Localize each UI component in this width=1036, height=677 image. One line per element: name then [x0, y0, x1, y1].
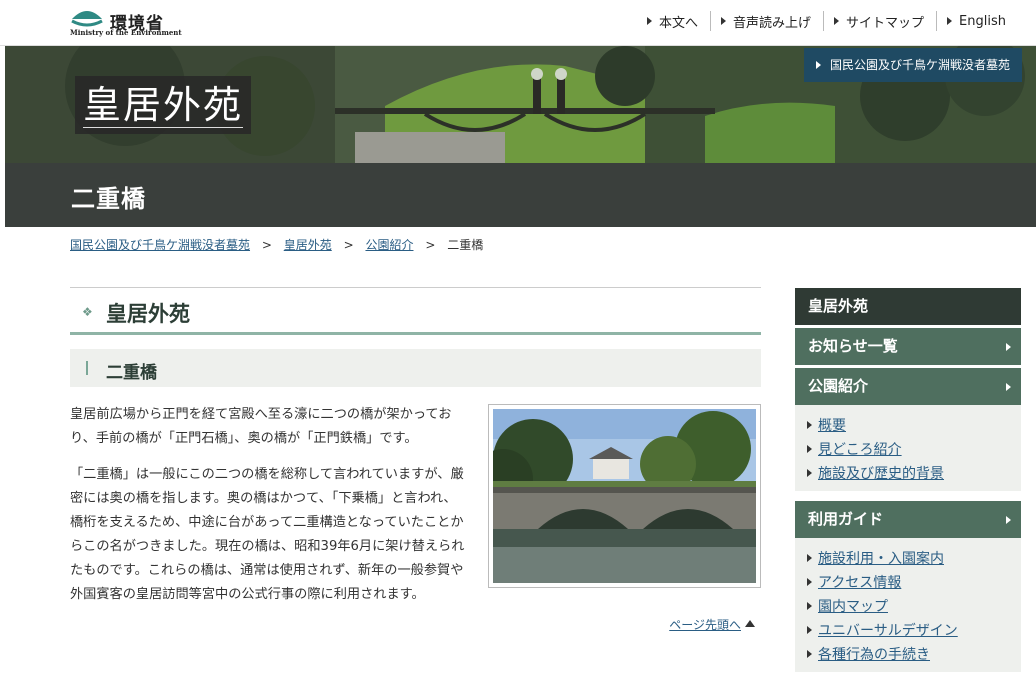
sidebar-item-overview[interactable]: 概要: [807, 413, 1021, 437]
hero-park-title: 皇居外苑: [75, 76, 252, 134]
sidebar-item-label[interactable]: ユニバーサルデザイン: [818, 620, 958, 640]
arrow-right-icon: [1006, 383, 1011, 391]
breadcrumb-current: 二重橋: [447, 238, 484, 252]
nijubashi-photo: [488, 404, 761, 588]
hero-badge-label: 国民公園及び千鳥ケ淵戦没者墓苑: [829, 58, 1010, 72]
nav-skip-to-content[interactable]: 本文へ: [637, 11, 710, 31]
arrow-right-icon: [1006, 343, 1011, 351]
sidebar-item-universal-design[interactable]: ユニバーサルデザイン: [807, 618, 1021, 642]
nav-label: 本文へ: [659, 15, 699, 31]
sidebar-intro-list: 概要 見どころ紹介 施設及び歴史的背景: [795, 405, 1021, 491]
subsection-title: 二重橋: [106, 363, 157, 383]
arrow-right-icon: [807, 469, 812, 477]
sidebar-item-label[interactable]: 各種行為の手続き: [818, 644, 930, 664]
page-top-link[interactable]: ページ先頭へ: [669, 616, 755, 633]
arrow-right-icon: [834, 17, 840, 25]
arrow-right-icon: [807, 554, 812, 562]
breadcrumb-separator: >: [261, 238, 272, 252]
nav-sitemap[interactable]: サイトマップ: [823, 11, 936, 31]
arrow-right-icon: [1006, 516, 1011, 524]
arrow-right-icon: [807, 626, 812, 634]
sidebar-guide-button[interactable]: 利用ガイド: [795, 501, 1021, 538]
article-body: 皇居前広場から正門を経て宮殿へ至る濠に二つの橋が架かっており、手前の橋が「正門石…: [70, 403, 466, 619]
ministry-logo-icon: [71, 11, 103, 27]
breadcrumb-separator: >: [343, 238, 354, 252]
sidebar-title[interactable]: 皇居外苑: [795, 288, 1021, 325]
arrow-right-icon: [807, 650, 812, 658]
hero-title-underline: [83, 127, 244, 128]
nav-label: 音声読み上げ: [733, 15, 812, 31]
breadcrumb: 国民公園及び千鳥ケ淵戦没者墓苑 > 皇居外苑 > 公園紹介 > 二重橋: [70, 236, 483, 253]
arrow-right-icon: [807, 421, 812, 429]
sidebar-item-label[interactable]: 施設利用・入園案内: [818, 548, 944, 568]
sidebar-news-label: お知らせ一覧: [808, 337, 898, 355]
sidebar-item-map[interactable]: 園内マップ: [807, 594, 1021, 618]
sidebar-item-facility-use[interactable]: 施設利用・入園案内: [807, 546, 1021, 570]
main-content: ❖ 皇居外苑 二重橋 皇居前広場から正門を経て宮殿へ至る濠に二つの橋が架かってお…: [70, 287, 761, 632]
site-header: 環境省 Ministry of the Environment 本文へ 音声読み…: [0, 0, 1036, 46]
sidebar-guide-list: 施設利用・入園案内 アクセス情報 園内マップ ユニバーサルデザイン 各種行為の手…: [795, 538, 1021, 672]
sidebar-item-label[interactable]: 施設及び歴史的背景: [818, 463, 944, 483]
breadcrumb-link-kokyo-gaien[interactable]: 皇居外苑: [284, 238, 332, 252]
sidebar: 皇居外苑 お知らせ一覧 公園紹介 概要 見どころ紹介 施設及び歴史的背景 利用ガ…: [795, 288, 1021, 672]
sidebar-guide-label: 利用ガイド: [808, 510, 884, 528]
heading-bar-icon: [86, 361, 88, 375]
utility-nav: 本文へ 音声読み上げ サイトマップ English: [637, 11, 1018, 31]
arrow-right-icon: [721, 17, 727, 25]
nav-text-to-speech[interactable]: 音声読み上げ: [710, 11, 823, 31]
sidebar-item-access[interactable]: アクセス情報: [807, 570, 1021, 594]
page-title-band: 二重橋: [5, 163, 1036, 227]
sidebar-intro-button[interactable]: 公園紹介: [795, 368, 1021, 405]
arrow-right-icon: [947, 17, 953, 25]
breadcrumb-link-park-intro[interactable]: 公園紹介: [365, 238, 413, 252]
hero-badge-link[interactable]: 国民公園及び千鳥ケ淵戦没者墓苑: [803, 48, 1022, 82]
sidebar-item-label[interactable]: 見どころ紹介: [818, 439, 902, 459]
sidebar-item-highlights[interactable]: 見どころ紹介: [807, 437, 1021, 461]
bridge-photo-image: [493, 409, 756, 583]
ministry-logo[interactable]: 環境省 Ministry of the Environment: [70, 5, 182, 37]
arrow-right-icon: [815, 61, 821, 69]
sidebar-item-label[interactable]: 概要: [818, 415, 846, 435]
diamond-bullet-icon: ❖: [82, 305, 93, 319]
sidebar-item-procedures[interactable]: 各種行為の手続き: [807, 642, 1021, 666]
page-title: 二重橋: [71, 185, 146, 213]
section-heading: ❖ 皇居外苑: [70, 287, 761, 335]
arrow-right-icon: [647, 17, 652, 25]
arrow-right-icon: [807, 602, 812, 610]
page-top-label[interactable]: ページ先頭へ: [669, 616, 741, 633]
nav-english[interactable]: English: [936, 11, 1018, 31]
section-title: 皇居外苑: [106, 302, 190, 326]
sidebar-item-label[interactable]: アクセス情報: [818, 572, 901, 592]
arrow-right-icon: [807, 578, 812, 586]
logo-text-en: Ministry of the Environment: [70, 28, 182, 37]
arrow-up-icon: [745, 620, 755, 627]
nav-label: サイトマップ: [846, 15, 925, 31]
hero-title-text: 皇居外苑: [83, 83, 244, 127]
breadcrumb-link-gardens[interactable]: 国民公園及び千鳥ケ淵戦没者墓苑: [70, 238, 250, 252]
sidebar-item-label[interactable]: 園内マップ: [818, 596, 888, 616]
hero-banner: 皇居外苑 国民公園及び千鳥ケ淵戦没者墓苑: [5, 46, 1036, 163]
arrow-right-icon: [807, 445, 812, 453]
nav-label: English: [959, 13, 1006, 29]
sidebar-item-history[interactable]: 施設及び歴史的背景: [807, 461, 1021, 485]
sidebar-intro-label: 公園紹介: [808, 377, 869, 395]
breadcrumb-separator: >: [425, 238, 436, 252]
sidebar-news-button[interactable]: お知らせ一覧: [795, 328, 1021, 365]
article-paragraph: 皇居前広場から正門を経て宮殿へ至る濠に二つの橋が架かっており、手前の橋が「正門石…: [70, 407, 452, 446]
article-paragraph: 「二重橋」は一般にこの二つの橋を総称して言われていますが、厳密には奥の橋を指しま…: [70, 467, 465, 602]
subsection-heading: 二重橋: [70, 349, 761, 387]
